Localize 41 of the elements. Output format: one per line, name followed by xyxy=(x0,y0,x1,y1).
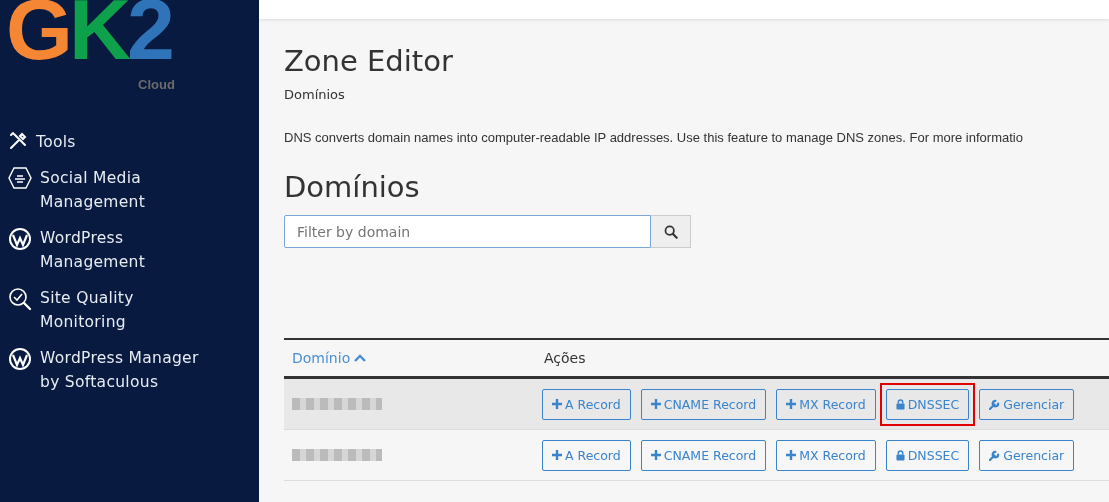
magnifier-check-icon xyxy=(8,287,32,311)
action-button[interactable]: CNAME Record xyxy=(640,439,767,471)
wrench-icon xyxy=(989,449,1001,461)
section-title: Domínios xyxy=(284,169,421,205)
sidebar-item[interactable]: WordPress Management xyxy=(8,226,259,274)
plus-icon xyxy=(786,450,797,460)
description-text: DNS converts domain names into computer-readable IP addresses. Use this feature to manage DNS zones. For more informatio xyxy=(284,130,1024,145)
action-button[interactable]: Gerenciar xyxy=(979,388,1075,420)
action-button[interactable]: MX Record xyxy=(776,439,876,471)
action-button[interactable]: A Record xyxy=(542,388,631,420)
plus-icon xyxy=(786,399,797,409)
action-button[interactable]: DNSSEC xyxy=(885,439,970,471)
hexagon-icon xyxy=(8,167,32,189)
page-title: Zone Editor xyxy=(284,43,454,80)
sidebar-item[interactable]: Site Quality Monitoring xyxy=(8,286,259,334)
search-field[interactable]: Filter by domain xyxy=(284,215,651,248)
wordpress-icon xyxy=(8,227,32,251)
sidebar-item[interactable]: Tools xyxy=(8,130,259,154)
lock-icon xyxy=(895,449,905,461)
action-button[interactable]: DNSSEC xyxy=(885,388,970,420)
wordpress-icon xyxy=(8,347,32,371)
lock-icon xyxy=(895,398,905,410)
action-button[interactable]: Gerenciar xyxy=(979,439,1075,471)
caret-up-icon xyxy=(354,354,367,362)
sidebar-item[interactable]: WordPress Manager by Softaculous xyxy=(8,346,259,394)
plus-icon xyxy=(552,450,562,460)
plus-icon xyxy=(650,450,661,460)
search-icon xyxy=(663,224,678,239)
search-button[interactable] xyxy=(651,215,691,248)
breadcrumb: Domínios xyxy=(284,87,346,102)
plus-icon xyxy=(650,399,661,409)
column-header: Ações xyxy=(543,350,586,366)
action-button[interactable]: CNAME Record xyxy=(640,388,767,420)
logo-subtitle: Cloud xyxy=(138,77,175,92)
sidebar-item[interactable]: Social Media Management xyxy=(8,166,259,214)
action-button[interactable]: MX Record xyxy=(776,388,876,420)
wrench-icon xyxy=(989,398,1001,410)
column-header[interactable]: Domínio xyxy=(284,350,536,366)
tools-icon xyxy=(8,131,28,151)
action-button[interactable]: A Record xyxy=(542,439,631,471)
plus-icon xyxy=(552,399,562,409)
